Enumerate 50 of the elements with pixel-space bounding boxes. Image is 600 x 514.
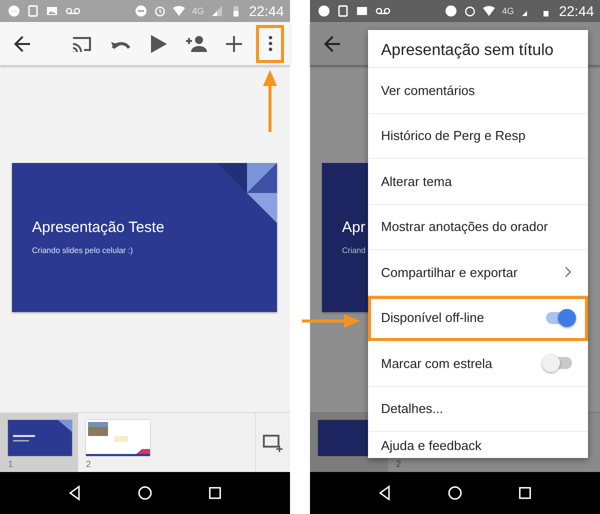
do-not-disturb-icon [134, 5, 147, 17]
slide-number: 2 [396, 459, 402, 469]
slide-thumbnail[interactable]: 2 [78, 413, 156, 472]
recents-icon[interactable] [517, 485, 533, 501]
signal-icon [210, 5, 223, 17]
home-icon[interactable] [447, 485, 463, 501]
alarm-icon [154, 5, 166, 17]
menu-item[interactable]: Ver comentários [368, 68, 588, 114]
chevron-icon [564, 266, 572, 278]
menu-item[interactable]: Marcar com estrela [368, 341, 588, 386]
slide-preview[interactable]: Apresentação Teste Criando slides pelo celular :) [12, 163, 277, 312]
wifi-icon [482, 5, 495, 17]
slide-subtitle: Criand [342, 246, 366, 255]
slide-subtitle: Criando slides pelo celular :) [32, 246, 133, 255]
menu-item[interactable]: Compartilhar e exportar [368, 250, 588, 296]
menu-item[interactable]: Disponível off-line [368, 296, 588, 341]
alarm-icon [464, 5, 476, 17]
home-icon[interactable] [137, 485, 153, 501]
voicemail-icon [65, 5, 81, 17]
slide-corner-drawing [217, 163, 277, 223]
wifi-icon [172, 5, 185, 17]
annotation-arrow [302, 314, 360, 328]
slide-number: 2 [86, 459, 92, 469]
image-icon [356, 5, 368, 17]
more-icon [268, 35, 272, 52]
phone-icon [27, 5, 39, 17]
slide-title: Apresentação Teste [32, 219, 164, 236]
network-label: 4G [192, 6, 204, 16]
voicemail-icon [375, 5, 391, 17]
menu-item[interactable]: Detalhes... [368, 386, 588, 432]
menu-item[interactable]: Mostrar anotações do orador [368, 204, 588, 250]
menu-item[interactable]: Alterar tema [368, 159, 588, 204]
do-not-disturb-icon [444, 5, 457, 17]
menu-item[interactable]: Ajuda e feedback [368, 432, 588, 458]
photo-slide-drawing [86, 420, 150, 456]
recents-icon[interactable] [207, 485, 223, 501]
menu-item[interactable]: Histórico de Perg e Resp [368, 114, 588, 159]
annotation-arrow [263, 70, 277, 132]
menu-title: Apresentação sem título [368, 30, 588, 68]
messenger-icon [8, 5, 20, 17]
slide-number: 1 [8, 459, 14, 469]
network-label: 4G [502, 6, 514, 16]
messenger-icon [318, 5, 330, 17]
phone-icon [337, 5, 349, 17]
title-slide-drawing [8, 420, 72, 456]
clock: 22:44 [558, 3, 594, 19]
image-icon [46, 5, 58, 17]
more-options-button[interactable] [258, 26, 282, 60]
slide-title: Apr [342, 219, 366, 236]
clock: 22:44 [248, 3, 284, 19]
